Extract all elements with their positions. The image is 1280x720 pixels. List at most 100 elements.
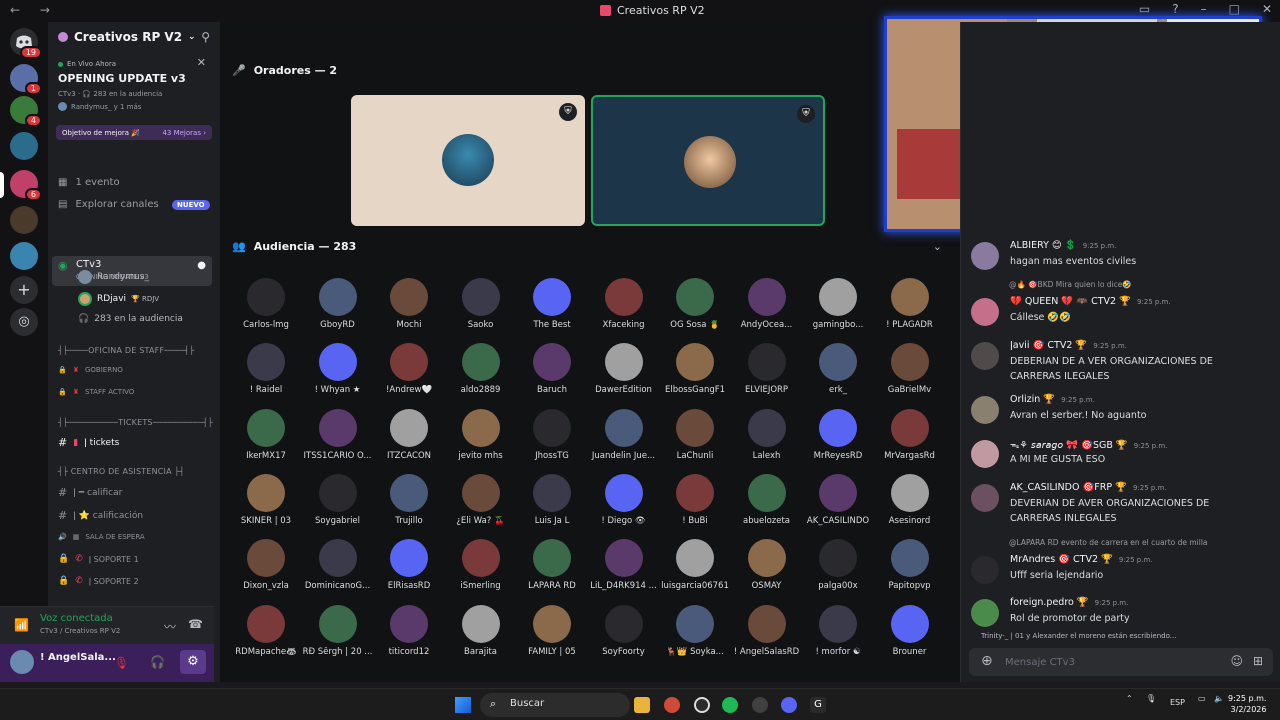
live-stage-card[interactable]: En Vivo Ahora OPENING UPDATE v3 CTv3 · 🎧…	[54, 56, 214, 115]
taskbar-search[interactable]: ⌕	[480, 693, 630, 717]
boost-goal-bar[interactable]: Objetivo de mejora 🎉 43 Mejoras ›	[56, 125, 212, 140]
discord-icon[interactable]	[781, 697, 797, 713]
audience-member[interactable]: GboyRD	[302, 278, 374, 330]
mic-icon[interactable]: 🎙	[1146, 694, 1156, 703]
minimize-button[interactable]: –	[1201, 2, 1207, 16]
audience-member[interactable]: RÐ Šêrgh | 20 ...	[302, 604, 374, 657]
audience-member[interactable]: LiL_D4RK914 ...	[588, 539, 660, 591]
message-author[interactable]: MrAndres 🎯 CTV2 🏆	[1010, 554, 1113, 565]
audience-member[interactable]: ! morfor ☯	[802, 604, 874, 657]
audience-member[interactable]: Juandelin Jue...	[588, 408, 660, 461]
audience-member[interactable]: DawerEdition	[588, 343, 660, 395]
add-server-icon[interactable]: +	[10, 276, 38, 304]
chevron-down-icon[interactable]: ⌄	[933, 240, 942, 253]
audience-member[interactable]: Brouner	[874, 604, 946, 657]
avatar[interactable]	[971, 242, 999, 270]
audience-member[interactable]: IkerMX17	[230, 408, 302, 461]
avatar[interactable]	[971, 396, 999, 424]
audience-member[interactable]: The Best	[516, 278, 588, 330]
channel-calificacion[interactable]: # ǀ ⭐ calificación	[58, 509, 143, 522]
avatar[interactable]	[971, 440, 999, 468]
speaker-tile-1[interactable]: ⛨	[351, 95, 585, 226]
server-icon-6[interactable]	[10, 242, 38, 270]
audience-member[interactable]: Asesinord	[874, 473, 946, 526]
audience-member[interactable]: abuelozeta	[731, 473, 803, 526]
avatar[interactable]	[971, 484, 999, 512]
channel-soporte-2[interactable]: 🔒 ✆ ǀ SOPORTE 2	[58, 576, 139, 586]
audience-member[interactable]: Barajita	[445, 604, 517, 657]
close-icon[interactable]: ✕	[197, 56, 206, 69]
voice-status-title[interactable]: Voz conectada	[40, 613, 113, 624]
server-icon-5[interactable]	[10, 206, 38, 234]
audience-member[interactable]: Dixon_vzla	[230, 539, 302, 591]
audience-member[interactable]: ElbossGangF1	[659, 343, 731, 395]
network-icon[interactable]: ▭	[1198, 694, 1206, 703]
audience-member[interactable]: Carlos-lmg	[230, 278, 302, 330]
audience-member[interactable]: ! PLAGADR	[874, 278, 946, 330]
audience-member[interactable]: Baruch	[516, 343, 588, 395]
spotify-icon[interactable]	[722, 697, 738, 713]
message-author[interactable]: Orlizin 🏆	[1010, 394, 1055, 405]
audience-member[interactable]: titicord12	[373, 604, 445, 657]
nav-arrows[interactable]: ← →	[10, 3, 58, 17]
audience-member[interactable]: ! Raidel	[230, 343, 302, 395]
discover-icon[interactable]: ◎	[10, 308, 38, 336]
server-icon-1[interactable]: 1	[10, 64, 42, 95]
user-name[interactable]: ! AngelSala...	[40, 652, 116, 663]
audience-member[interactable]: MrVargasRd	[874, 408, 946, 461]
chrome-icon[interactable]	[664, 697, 680, 713]
audience-member[interactable]: GaBrielMv	[874, 343, 946, 395]
audience-member[interactable]: palga00x	[802, 539, 874, 591]
search-input[interactable]	[510, 698, 580, 709]
category-staff[interactable]: ┤├────OFICINA DE STAFF────┤├	[58, 346, 194, 355]
chat-bubble-icon[interactable]: ●	[197, 260, 206, 271]
add-attachment-icon[interactable]: ⊕	[981, 653, 993, 669]
message-author[interactable]: 💔 QUEEN 💔 🦇 CTV2 🏆	[1010, 296, 1131, 307]
message-author[interactable]: ALBIERY 😊 💲	[1010, 240, 1077, 251]
headphones-icon[interactable]: 🎧	[150, 655, 165, 669]
audience-member[interactable]: gamingbo...	[802, 278, 874, 330]
audience-member[interactable]: SKINER | 03	[230, 473, 302, 526]
settings-gear-icon[interactable]: ⚙	[180, 650, 206, 674]
apps-icon[interactable]: ⊞	[1253, 654, 1263, 668]
avatar[interactable]	[10, 650, 34, 674]
audience-member[interactable]: ELVIEJORP	[731, 343, 803, 395]
channel-soporte-1[interactable]: 🔒 ✆ ǀ SOPORTE 1	[58, 554, 139, 564]
channel-calificar[interactable]: # ǀ ━ calificar	[58, 486, 122, 499]
help-icon[interactable]: ?	[1172, 2, 1178, 16]
audience-member[interactable]: Mochi	[373, 278, 445, 330]
mic-muted-icon[interactable]: 🎙	[114, 656, 129, 670]
audience-member[interactable]: ! Diego 👁	[588, 473, 660, 526]
stage-member[interactable]: Randymus_	[78, 270, 149, 284]
avatar[interactable]	[971, 599, 999, 627]
reply-preview[interactable]: @LAPARA RD evento de carrera en el cuart…	[1009, 538, 1208, 547]
audience-member[interactable]: Luis Ja L	[516, 473, 588, 526]
audience-member[interactable]: OG Sosa 🍍	[659, 278, 731, 330]
audience-member[interactable]: erk_	[802, 343, 874, 395]
stage-member[interactable]: RDjavi 🏆 RDJV	[78, 292, 159, 306]
avatar[interactable]	[971, 298, 999, 326]
audience-member[interactable]: JhossTG	[516, 408, 588, 461]
message-author[interactable]: ǀavii 🎯 CTV2 🏆	[1010, 340, 1087, 351]
chevron-up-icon[interactable]: ⌃	[1126, 694, 1133, 703]
audience-member[interactable]: Papitopvp	[874, 539, 946, 591]
category-tickets[interactable]: ┤├──────────TICKETS──────────┤├	[58, 418, 213, 427]
audience-member[interactable]: ¿Eli Wa? 🍒	[445, 473, 517, 526]
server-icon-3[interactable]	[10, 132, 38, 160]
audience-member[interactable]: Lalexh	[731, 408, 803, 461]
explore-row[interactable]: ▤ Explorar canales	[58, 199, 159, 210]
start-icon[interactable]	[455, 697, 471, 713]
message-author[interactable]: ᯓ⚘ 𝘴𝘢𝘳𝘢𝘨𝘰 🎀 🎯SGB 🏆	[1010, 440, 1128, 451]
audience-member[interactable]: FAMILY | 05	[516, 604, 588, 657]
message-input[interactable]	[1005, 654, 1205, 670]
audience-member[interactable]: ElRisasRD	[373, 539, 445, 591]
server-header[interactable]: Creativos RP V2 ⌄ ⚲	[48, 22, 220, 52]
audience-member[interactable]: luisgarcia06761	[659, 539, 731, 591]
audience-member[interactable]: AK_CASILINDO	[802, 473, 874, 526]
channel-staff-activo[interactable]: 🔒 ♜ STAFF ACTIVO	[58, 388, 134, 396]
file-explorer-icon[interactable]	[634, 697, 650, 713]
message-author[interactable]: foreign.pedro 🏆	[1010, 597, 1089, 608]
audience-member[interactable]: ! Whyan ★	[302, 343, 374, 395]
channel-tickets[interactable]: # ▮ ǀ tickets	[58, 436, 119, 449]
steam-icon[interactable]	[694, 697, 710, 713]
